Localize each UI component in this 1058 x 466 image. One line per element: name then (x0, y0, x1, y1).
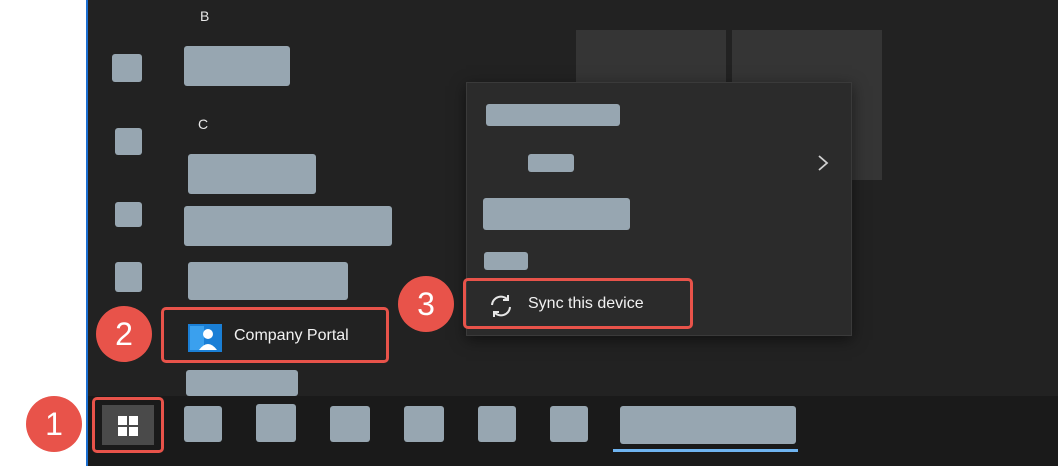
taskbar-app-redacted[interactable] (404, 406, 444, 442)
start-button[interactable] (92, 397, 164, 453)
taskbar-app-redacted[interactable] (550, 406, 588, 442)
sync-this-device-menu-item[interactable]: Sync this device (463, 278, 693, 329)
callout-badge-1: 1 (26, 396, 82, 452)
active-app-indicator (613, 449, 798, 452)
app-icon-redacted (112, 54, 142, 82)
app-name-redacted[interactable] (188, 154, 316, 194)
chevron-right-icon[interactable] (813, 152, 833, 174)
app-name-redacted[interactable] (188, 262, 348, 300)
taskbar-search-redacted[interactable] (620, 406, 796, 444)
taskbar-app-redacted[interactable] (330, 406, 370, 442)
callout-badge-2: 2 (96, 306, 152, 362)
start-button-highlight (102, 405, 154, 445)
section-header-b[interactable]: B (200, 8, 209, 24)
menu-item-redacted[interactable] (484, 252, 528, 270)
app-name-redacted[interactable] (184, 206, 392, 246)
company-portal-app[interactable]: Company Portal (161, 307, 389, 363)
app-name-redacted[interactable] (186, 370, 298, 396)
sync-icon (491, 295, 511, 317)
company-portal-icon (188, 324, 222, 352)
sync-this-device-label: Sync this device (528, 295, 644, 312)
taskbar-app-redacted[interactable] (478, 406, 516, 442)
app-icon-redacted (115, 262, 142, 292)
app-icon-redacted (115, 128, 142, 155)
taskbar-app-redacted[interactable] (256, 404, 296, 442)
app-name-redacted[interactable] (184, 46, 290, 86)
menu-item-redacted[interactable] (483, 198, 630, 230)
taskbar-app-redacted[interactable] (184, 406, 222, 442)
callout-badge-3: 3 (398, 276, 454, 332)
section-header-c[interactable]: C (198, 116, 208, 132)
windows-logo-icon (118, 416, 138, 436)
company-portal-label: Company Portal (234, 327, 349, 344)
menu-item-redacted[interactable] (486, 104, 620, 126)
menu-item-redacted[interactable] (528, 154, 574, 172)
app-icon-redacted (115, 202, 142, 227)
